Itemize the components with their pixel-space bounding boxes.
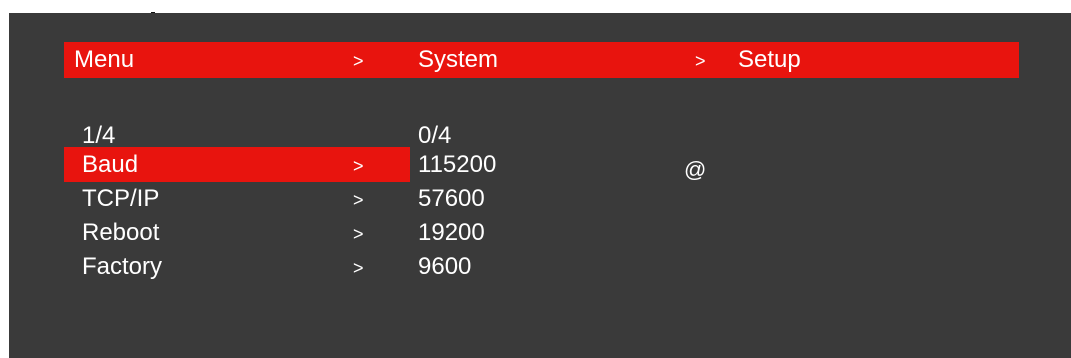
breadcrumb-bar [64,42,1019,78]
menu-item-reboot[interactable]: Reboot [82,219,159,247]
menu-item-baud[interactable]: Baud [82,151,138,179]
current-value-marker: @ [684,157,707,182]
breadcrumb-setup: Setup [738,46,801,73]
right-page-indicator: 0/4 [418,122,452,149]
menu-item-factory[interactable]: Factory [82,253,162,281]
left-page-indicator: 1/4 [82,122,116,149]
baud-option-9600[interactable]: 9600 [418,253,471,281]
baud-option-57600[interactable]: 57600 [418,185,485,213]
menu-item-arrow: > [353,258,364,278]
menu-item-arrow: > [353,224,364,244]
breadcrumb-separator: > [353,51,364,71]
breadcrumb-separator: > [695,51,706,71]
menu-item-tcpip[interactable]: TCP/IP [82,185,159,213]
baud-option-19200[interactable]: 19200 [418,219,485,247]
baud-option-115200[interactable]: 115200 [418,151,496,179]
breadcrumb-menu[interactable]: Menu [74,46,134,74]
menu-item-arrow: > [353,190,364,210]
breadcrumb-system[interactable]: System [418,46,498,74]
menu-item-arrow: > [353,156,364,176]
